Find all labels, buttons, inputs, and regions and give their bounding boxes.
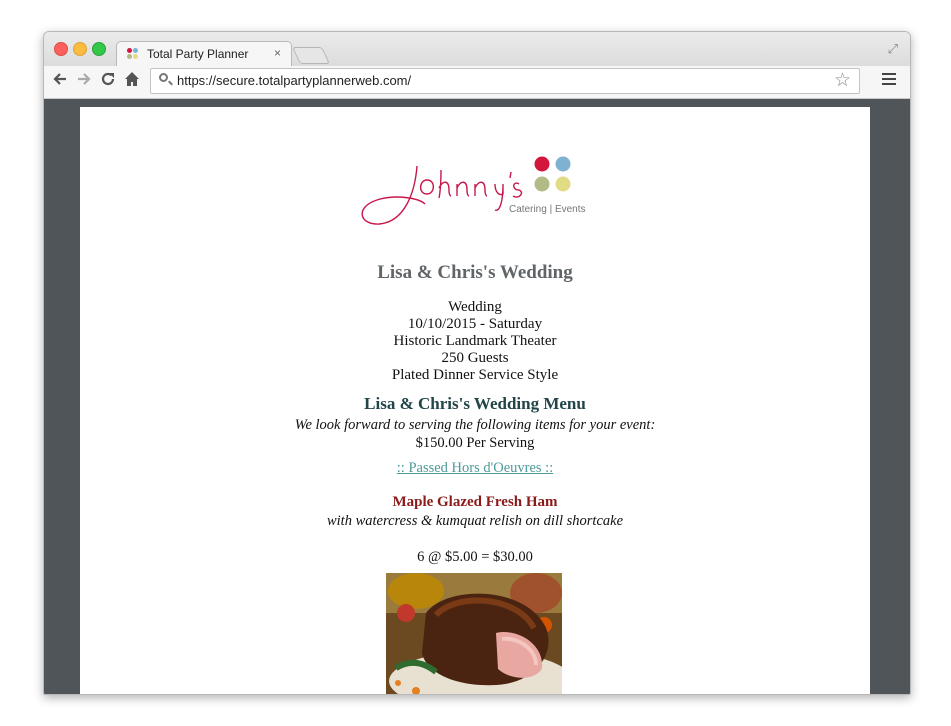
johnnys-logo: Catering | Events [357, 152, 597, 232]
hamburger-menu-icon[interactable] [882, 73, 896, 88]
new-tab-button[interactable] [292, 47, 330, 64]
url-text[interactable]: https://secure.totalpartyplannerweb.com/ [177, 73, 411, 88]
page-viewport: Catering | Events Lisa & Chris's Wedding… [44, 99, 910, 694]
price-per-serving: $150.00 Per Serving [415, 435, 535, 451]
proposal-page: Catering | Events Lisa & Chris's Wedding… [80, 107, 870, 694]
forward-arrow-icon[interactable] [74, 71, 94, 92]
search-icon [159, 73, 168, 82]
tab-title: Total Party Planner [147, 47, 249, 61]
browser-window: Total Party Planner × ⤢ https://secure.t… [43, 31, 911, 695]
reload-icon[interactable] [98, 71, 118, 92]
event-type: Wedding [448, 299, 502, 315]
event-venue: Historic Landmark Theater [393, 333, 557, 349]
home-icon[interactable] [122, 71, 142, 92]
fullscreen-icon[interactable]: ⤢ [888, 41, 898, 57]
event-service-style: Plated Dinner Service Style [391, 367, 559, 383]
logo-tagline: Catering | Events [509, 204, 586, 215]
back-arrow-icon[interactable] [50, 71, 70, 92]
browser-toolbar: https://secure.totalpartyplannerweb.com/… [44, 66, 910, 99]
menu-item-price-calculation: 6 @ $5.00 = $30.00 [417, 549, 533, 565]
close-window-button[interactable] [54, 42, 68, 56]
event-title: Lisa & Chris's Wedding [377, 262, 573, 283]
menu-title: Lisa & Chris's Wedding Menu [364, 394, 586, 413]
address-bar[interactable]: https://secure.totalpartyplannerweb.com/… [150, 68, 860, 94]
menu-item-name: Maple Glazed Fresh Ham [392, 494, 558, 510]
zoom-window-button[interactable] [92, 42, 106, 56]
bookmark-star-icon[interactable]: ☆ [834, 69, 851, 92]
title-bar: Total Party Planner × ⤢ [44, 32, 910, 68]
event-date: 10/10/2015 - Saturday [407, 316, 543, 332]
section-link-hors-doeuvres[interactable]: :: Passed Hors d'Oeuvres :: [80, 460, 870, 477]
favicon-icon [127, 48, 139, 60]
tab-close-icon[interactable]: × [274, 46, 281, 60]
browser-tab[interactable]: Total Party Planner × [116, 41, 292, 68]
event-guests: 250 Guests [441, 350, 509, 366]
menu-intro: We look forward to serving the following… [294, 417, 656, 433]
minimize-window-button[interactable] [73, 42, 87, 56]
menu-item-description: with watercress & kumquat relish on dill… [326, 513, 624, 529]
ham-photo [386, 573, 562, 694]
